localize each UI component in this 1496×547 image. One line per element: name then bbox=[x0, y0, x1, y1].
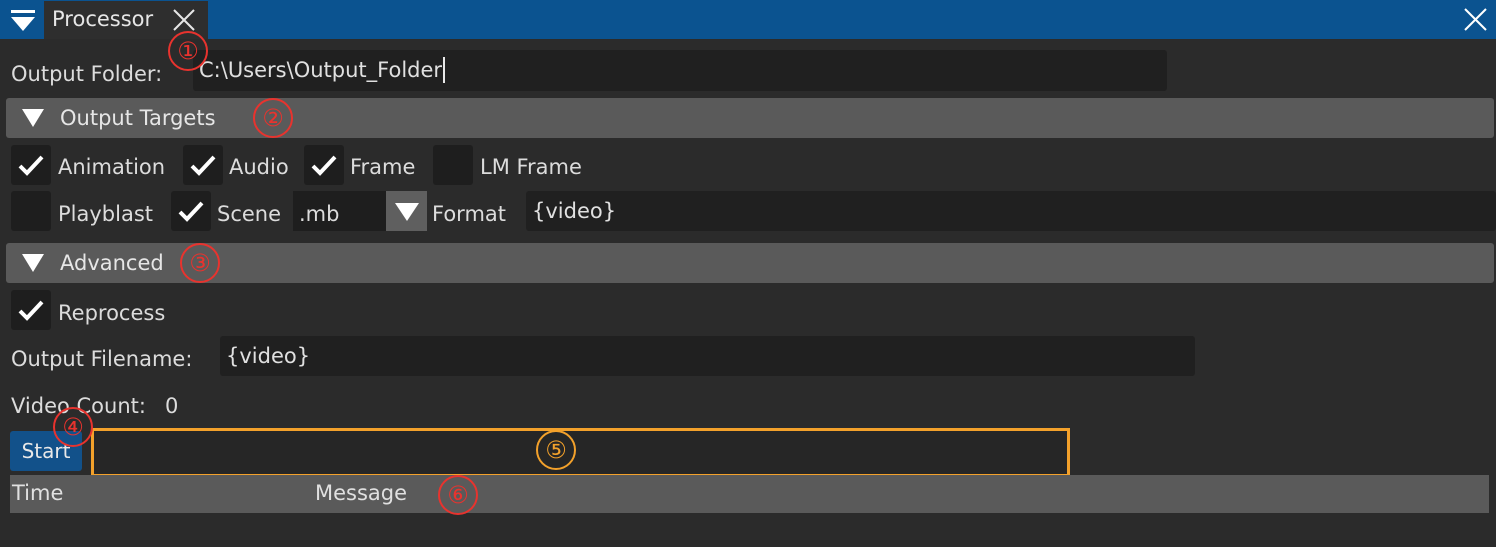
video-count-value: 0 bbox=[165, 394, 179, 418]
text-caret bbox=[443, 57, 446, 83]
checkmark-icon bbox=[18, 300, 44, 321]
frame-checkbox[interactable] bbox=[304, 145, 344, 185]
output-folder-input[interactable]: C:\Users\Output_Folder bbox=[193, 50, 1167, 91]
log-column-time[interactable]: Time bbox=[12, 481, 63, 505]
annotation-marker-4: ④ bbox=[53, 407, 93, 447]
section-output-targets-title: Output Targets bbox=[60, 106, 216, 130]
scene-format-select[interactable]: .mb bbox=[293, 191, 386, 231]
scene-label: Scene bbox=[217, 202, 282, 226]
output-filename-input[interactable]: {video} bbox=[220, 336, 1195, 376]
checkmark-icon bbox=[178, 201, 204, 222]
annotation-marker-6: ⑥ bbox=[438, 475, 478, 515]
frame-label: Frame bbox=[350, 155, 416, 179]
scene-format-dropdown-button[interactable] bbox=[386, 191, 427, 231]
format-value: {video} bbox=[532, 199, 617, 223]
reprocess-label: Reprocess bbox=[58, 301, 166, 325]
playblast-label: Playblast bbox=[58, 202, 154, 226]
lm-frame-label: LM Frame bbox=[480, 155, 582, 179]
format-input[interactable]: {video} bbox=[526, 191, 1496, 231]
playblast-checkbox[interactable] bbox=[11, 191, 51, 231]
output-filename-value: {video} bbox=[226, 344, 311, 368]
audio-label: Audio bbox=[229, 155, 289, 179]
dropdown-menu-icon[interactable] bbox=[8, 6, 38, 34]
scene-format-value: .mb bbox=[299, 202, 340, 226]
checkmark-icon bbox=[311, 155, 337, 176]
section-output-targets[interactable]: Output Targets bbox=[6, 98, 1494, 138]
section-advanced-title: Advanced bbox=[60, 251, 164, 275]
output-folder-label: Output Folder: bbox=[11, 62, 163, 86]
annotation-marker-3: ③ bbox=[180, 243, 220, 283]
scene-checkbox[interactable] bbox=[171, 191, 211, 231]
window-close-icon[interactable] bbox=[1460, 5, 1490, 33]
log-table-header: Time Message bbox=[10, 475, 1489, 513]
annotation-marker-5: ⑤ bbox=[536, 430, 576, 470]
processor-panel: Output Folder: C:\Users\Output_Folder Ou… bbox=[0, 31, 1496, 547]
title-bar: Processor bbox=[0, 0, 1496, 39]
tab-title: Processor bbox=[52, 7, 154, 31]
collapse-triangle-icon bbox=[22, 254, 44, 272]
collapse-triangle-icon bbox=[22, 109, 44, 127]
annotation-marker-1: ① bbox=[168, 31, 208, 71]
close-icon[interactable] bbox=[170, 6, 198, 34]
annotation-marker-2: ② bbox=[253, 98, 293, 138]
log-column-message[interactable]: Message bbox=[315, 481, 407, 505]
animation-label: Animation bbox=[58, 155, 166, 179]
progress-bar bbox=[91, 428, 1070, 477]
checkmark-icon bbox=[18, 155, 44, 176]
format-label: Format bbox=[432, 202, 507, 226]
audio-checkbox[interactable] bbox=[183, 145, 223, 185]
reprocess-checkbox[interactable] bbox=[11, 290, 51, 330]
chevron-down-icon bbox=[395, 203, 419, 221]
section-advanced[interactable]: Advanced bbox=[6, 243, 1494, 283]
output-folder-value: C:\Users\Output_Folder bbox=[199, 58, 443, 82]
animation-checkbox[interactable] bbox=[11, 145, 51, 185]
checkmark-icon bbox=[190, 155, 216, 176]
lm-frame-checkbox[interactable] bbox=[433, 145, 473, 185]
output-filename-label: Output Filename: bbox=[11, 347, 193, 371]
